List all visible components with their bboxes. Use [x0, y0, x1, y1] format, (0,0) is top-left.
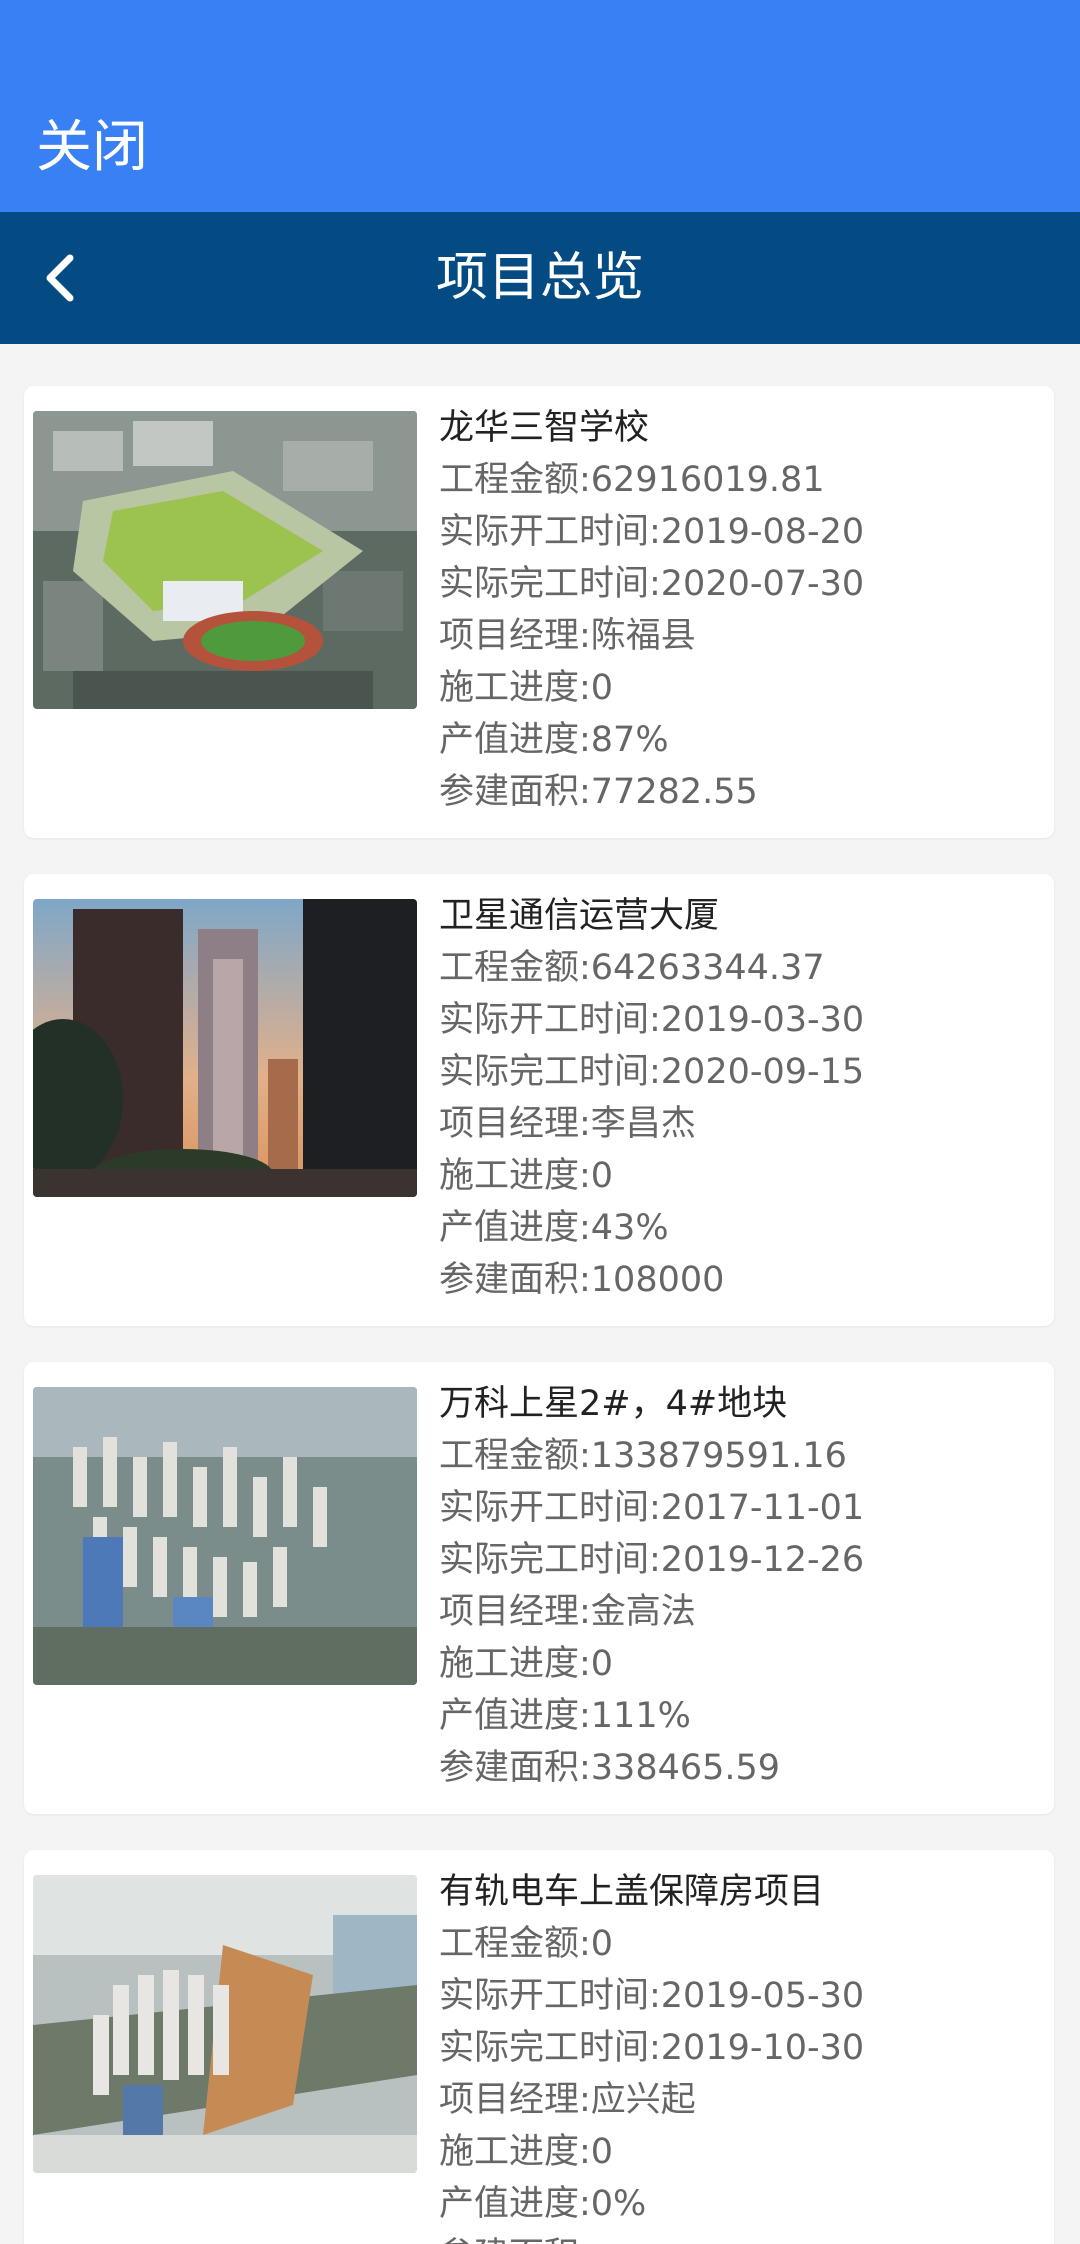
project-amount: 工程金额:64263344.37: [439, 948, 825, 988]
project-info: 有轨电车上盖保障房项目 工程金额:0 实际开工时间:2019-05-30 实际完…: [439, 1866, 1034, 2244]
project-finish-date: 实际完工时间:2020-07-30: [439, 564, 865, 604]
project-name: 龙华三智学校: [439, 408, 650, 448]
project-manager: 项目经理:陈福县: [439, 616, 696, 656]
project-start-date: 实际开工时间:2019-05-30: [439, 1976, 865, 2016]
project-amount: 工程金额:0: [439, 1924, 614, 1964]
project-start-date: 实际开工时间:2019-08-20: [439, 512, 865, 552]
project-info: 龙华三智学校 工程金额:62916019.81 实际开工时间:2019-08-2…: [439, 402, 1034, 818]
project-manager: 项目经理:李昌杰: [439, 1104, 696, 1144]
project-list[interactable]: 龙华三智学校 工程金额:62916019.81 实际开工时间:2019-08-2…: [0, 344, 1080, 2244]
project-area: 参建面积:: [439, 2230, 1034, 2244]
close-button[interactable]: 关闭: [36, 112, 148, 184]
navigation-bar: 项目总览: [0, 212, 1080, 344]
project-start-date: 实际开工时间:2019-03-30: [439, 1000, 865, 1040]
project-name: 有轨电车上盖保障房项目: [439, 1872, 825, 1912]
project-info: 卫星通信运营大厦 工程金额:64263344.37 实际开工时间:2019-03…: [439, 890, 1034, 1306]
project-name: 万科上星2#，4#地块: [439, 1384, 788, 1424]
project-start-date: 实际开工时间:2017-11-01: [439, 1488, 865, 1528]
project-name: 卫星通信运营大厦: [439, 896, 720, 936]
construction-progress: 施工进度:0: [439, 2132, 614, 2172]
construction-progress: 施工进度:0: [439, 1644, 614, 1684]
project-area: 参建面积:108000: [439, 1260, 725, 1300]
project-thumbnail: [33, 1875, 417, 2173]
output-progress: 产值进度:111%: [439, 1696, 691, 1736]
project-thumbnail: [33, 899, 417, 1197]
project-thumbnail: [33, 411, 417, 709]
project-manager: 项目经理:金高法: [439, 1592, 696, 1632]
output-progress: 产值进度:87%: [439, 720, 669, 760]
project-card[interactable]: 万科上星2#，4#地块 工程金额:133879591.16 实际开工时间:201…: [24, 1362, 1054, 1814]
project-area: 参建面积:77282.55: [439, 772, 758, 812]
project-manager: 项目经理:应兴起: [439, 2080, 696, 2120]
project-amount: 工程金额:62916019.81: [439, 460, 825, 500]
project-finish-date: 实际完工时间:2020-09-15: [439, 1052, 865, 1092]
project-thumbnail: [33, 1387, 417, 1685]
project-card[interactable]: 卫星通信运营大厦 工程金额:64263344.37 实际开工时间:2019-03…: [24, 874, 1054, 1326]
project-finish-date: 实际完工时间:2019-10-30: [439, 2028, 865, 2068]
project-area: 参建面积:338465.59: [439, 1748, 781, 1788]
output-progress: 产值进度:43%: [439, 1208, 669, 1248]
construction-progress: 施工进度:0: [439, 668, 614, 708]
project-finish-date: 实际完工时间:2019-12-26: [439, 1540, 865, 1580]
output-progress: 产值进度:0%: [439, 2184, 647, 2224]
project-amount: 工程金额:133879591.16: [439, 1436, 847, 1476]
status-top-bar: 关闭: [0, 0, 1080, 212]
project-card[interactable]: 有轨电车上盖保障房项目 工程金额:0 实际开工时间:2019-05-30 实际完…: [24, 1850, 1054, 2244]
construction-progress: 施工进度:0: [439, 1156, 614, 1196]
page-title: 项目总览: [435, 248, 644, 308]
project-card[interactable]: 龙华三智学校 工程金额:62916019.81 实际开工时间:2019-08-2…: [24, 386, 1054, 838]
project-info: 万科上星2#，4#地块 工程金额:133879591.16 实际开工时间:201…: [439, 1378, 1034, 1794]
